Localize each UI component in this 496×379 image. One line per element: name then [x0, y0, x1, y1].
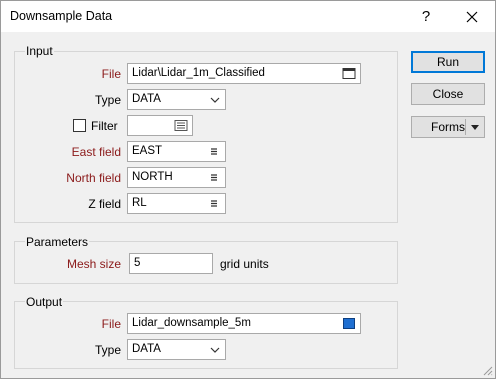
output-type-label: Type	[94, 343, 121, 357]
parameters-group-title: Parameters	[25, 235, 90, 249]
output-file-label: File	[101, 317, 121, 331]
title-bar: Downsample Data ?	[1, 1, 495, 32]
north-field-input[interactable]: NORTH	[127, 167, 226, 188]
field-list-icon[interactable]	[207, 197, 221, 210]
dialog-title: Downsample Data	[10, 9, 113, 23]
output-type-select[interactable]: DATA	[127, 339, 226, 360]
input-type-label: Type	[94, 93, 121, 107]
forms-button-label: Forms	[431, 120, 465, 134]
chevron-down-icon	[210, 347, 220, 353]
z-field-input[interactable]: RL	[127, 193, 226, 214]
mesh-size-input[interactable]: 5	[129, 253, 213, 274]
input-file-field[interactable]: Lidar\Lidar_1m_Classified	[127, 63, 361, 84]
output-file-icon[interactable]	[342, 317, 356, 330]
filter-builder-icon[interactable]	[174, 119, 188, 132]
close-icon	[466, 11, 478, 22]
east-field-input[interactable]: EAST	[127, 141, 226, 162]
field-list-icon[interactable]	[207, 171, 221, 184]
dropdown-arrow-icon[interactable]	[470, 124, 480, 131]
forms-button[interactable]: Forms	[411, 116, 485, 138]
filter-label: Filter	[91, 119, 118, 133]
east-field-label: East field	[71, 145, 121, 159]
chevron-down-icon	[210, 97, 220, 103]
file-browse-icon[interactable]	[342, 67, 356, 80]
close-window-button[interactable]	[449, 1, 495, 32]
mesh-size-label: Mesh size	[66, 257, 121, 271]
north-field-label: North field	[66, 171, 121, 185]
output-file-field[interactable]: Lidar_downsample_5m	[127, 313, 361, 334]
field-list-icon[interactable]	[207, 145, 221, 158]
input-type-select[interactable]: DATA	[127, 89, 226, 110]
input-file-label: File	[101, 67, 121, 81]
run-button[interactable]: Run	[411, 51, 485, 73]
mesh-size-units: grid units	[220, 257, 269, 271]
output-group-title: Output	[25, 295, 64, 309]
help-button[interactable]: ?	[403, 1, 449, 32]
forms-split-divider	[465, 119, 466, 135]
input-group-title: Input	[25, 44, 54, 58]
filter-field[interactable]	[127, 115, 193, 136]
filter-checkbox[interactable]	[73, 119, 86, 132]
resize-grip-icon[interactable]	[481, 364, 493, 376]
z-field-label: Z field	[88, 197, 121, 211]
downsample-data-dialog: Downsample Data ? Input File Lidar\Lidar…	[0, 0, 496, 379]
close-button[interactable]: Close	[411, 83, 485, 105]
